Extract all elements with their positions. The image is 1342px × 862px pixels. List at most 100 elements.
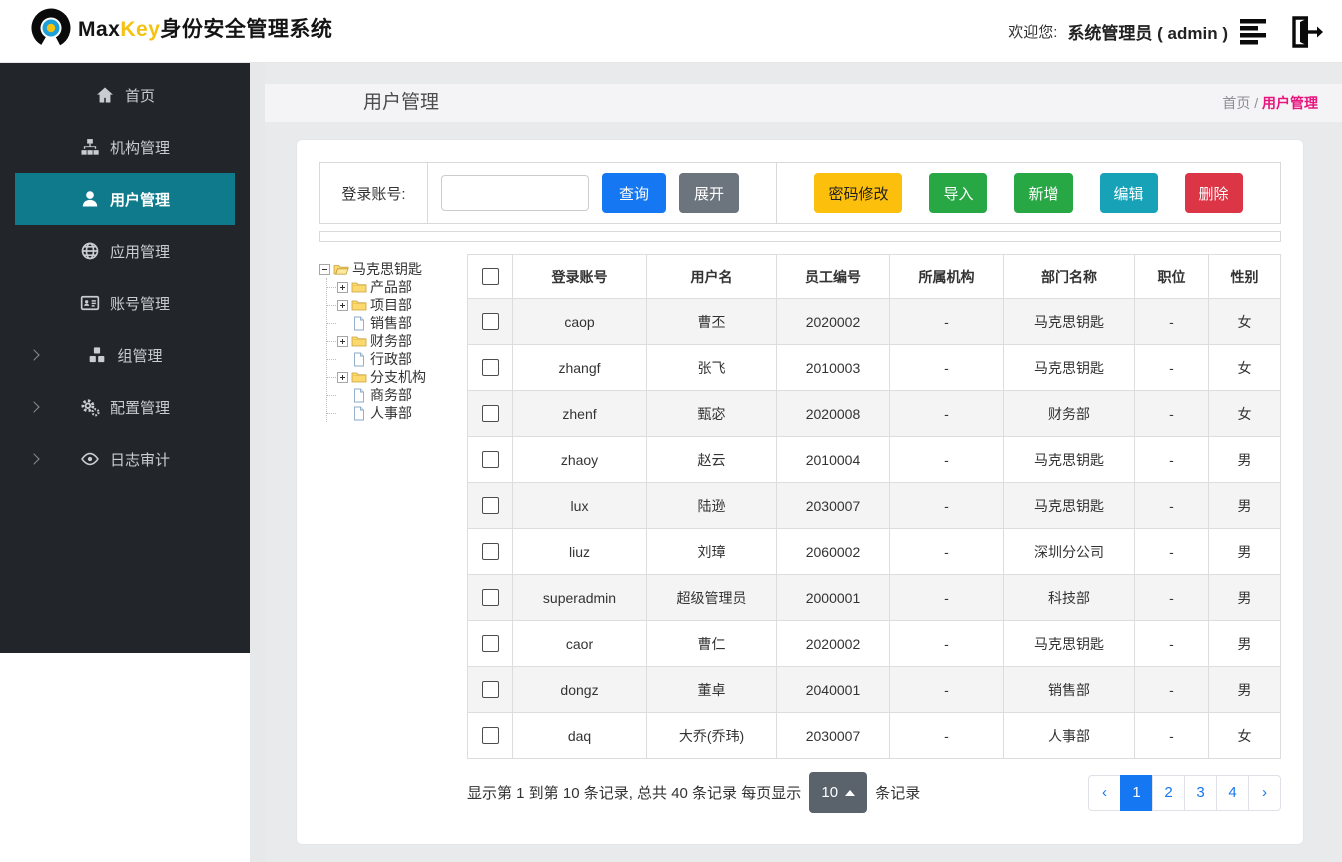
table-cell: 科技部	[1003, 574, 1135, 621]
table-row[interactable]: zhaoy 赵云 2010004- 马克思钥匙 - 男	[467, 436, 1281, 483]
sidebar-item-audit[interactable]: 日志审计	[0, 433, 250, 485]
add-button[interactable]: 新增	[1014, 173, 1073, 213]
column-header: 登录账号	[512, 254, 647, 299]
table-cell: lux	[512, 482, 647, 529]
tree-node[interactable]: 行政部	[337, 350, 467, 368]
sidebar-item-app[interactable]: 应用管理	[0, 225, 250, 277]
page-button-1[interactable]: 1	[1120, 774, 1153, 811]
next-page-button[interactable]: ›	[1248, 774, 1281, 811]
table-cell: 曹丕	[646, 298, 777, 345]
table-row[interactable]: lux 陆逊 2030007- 马克思钥匙 - 男	[467, 482, 1281, 529]
table-row[interactable]: caor 曹仁 2020002- 马克思钥匙 - 男	[467, 620, 1281, 667]
sidebar-item-config[interactable]: 配置管理	[0, 381, 250, 433]
sidebar-item-account[interactable]: 账号管理	[0, 277, 250, 329]
import-button[interactable]: 导入	[929, 173, 988, 213]
sidebar-item-group[interactable]: 组管理	[0, 329, 250, 381]
table-cell: 马克思钥匙	[1003, 620, 1135, 667]
query-button[interactable]: 查询	[602, 173, 666, 213]
tree-node-label: 产品部	[370, 279, 412, 295]
main-content: 用户管理 首页 / 用户管理 登录账号: 查询 展开 密码修改 导入 新增 编辑 删除 …	[250, 63, 1342, 862]
tree-node[interactable]: 商务部	[337, 386, 467, 404]
table-row[interactable]: liuz 刘璋 2060002- 深圳分公司 - 男	[467, 528, 1281, 575]
chevron-right-icon	[28, 349, 40, 361]
breadcrumb-home-link[interactable]: 首页	[1222, 95, 1250, 111]
table-cell: -	[889, 712, 1004, 759]
sidebar-item-user[interactable]: 用户管理	[15, 173, 235, 225]
sidebar-item-home[interactable]: 首页	[0, 69, 250, 121]
table-cell: 马克思钥匙	[1003, 344, 1135, 391]
login-account-input[interactable]	[441, 175, 589, 211]
password-modify-button[interactable]: 密码修改	[814, 173, 903, 213]
page-title-bar: 用户管理 首页 / 用户管理	[265, 84, 1342, 122]
table-row[interactable]: zhangf 张飞 2010003- 马克思钥匙 - 女	[467, 344, 1281, 391]
tree-node[interactable]: 产品部	[337, 278, 467, 296]
row-checkbox[interactable]	[481, 313, 499, 331]
page-size-dropdown[interactable]: 10	[809, 772, 868, 813]
table-cell: 马克思钥匙	[1003, 298, 1135, 345]
edit-button[interactable]: 编辑	[1099, 173, 1158, 213]
table-cell: 男	[1208, 528, 1281, 575]
expand-expander-icon[interactable]	[337, 299, 348, 311]
tree-node[interactable]: 人事部	[337, 404, 467, 422]
column-header: 员工编号	[776, 254, 890, 299]
table-cell: -	[1134, 298, 1209, 345]
row-checkbox[interactable]	[481, 681, 499, 699]
cubes-icon	[87, 345, 107, 365]
table-cell: caop	[512, 298, 647, 345]
expand-expander-icon[interactable]	[337, 281, 348, 293]
table-cell: -	[889, 390, 1004, 437]
table-cell: -	[1134, 620, 1209, 667]
tree-node[interactable]: 分支机构	[337, 368, 467, 386]
table-cell: -	[889, 298, 1004, 345]
collapse-expander-icon[interactable]	[319, 263, 330, 275]
table-row[interactable]: dongz 董卓 2040001- 销售部 - 男	[467, 666, 1281, 713]
row-checkbox[interactable]	[481, 727, 499, 745]
table-cell: zhangf	[512, 344, 647, 391]
table-cell: 财务部	[1003, 390, 1135, 437]
row-checkbox[interactable]	[481, 543, 499, 561]
row-checkbox[interactable]	[481, 451, 499, 469]
table-row[interactable]: caop 曹丕 2020002- 马克思钥匙 - 女	[467, 298, 1281, 345]
page-button-3[interactable]: 3	[1184, 774, 1217, 811]
tree-node-label: 销售部	[370, 315, 412, 331]
row-checkbox[interactable]	[481, 589, 499, 607]
page-button-2[interactable]: 2	[1152, 774, 1185, 811]
table-cell: 2030007	[776, 482, 890, 529]
table-cell: 赵云	[646, 436, 777, 483]
table-row[interactable]: superadmin 超级管理员 2000001- 科技部 - 男	[467, 574, 1281, 621]
expand-expander-icon[interactable]	[337, 335, 348, 347]
table-cell: -	[889, 528, 1004, 575]
table-cell: -	[889, 482, 1004, 529]
expand-expander-icon[interactable]	[337, 371, 348, 383]
sidebar-item-label: 机构管理	[109, 139, 170, 157]
delete-button[interactable]: 删除	[1184, 173, 1243, 213]
table-cell: -	[889, 666, 1004, 713]
tree-node-root[interactable]: 马克思钥匙	[319, 260, 467, 278]
row-checkbox[interactable]	[481, 405, 499, 423]
tree-node[interactable]: 项目部	[337, 296, 467, 314]
table-row[interactable]: zhenf 甄宓 2020008- 财务部 - 女	[467, 390, 1281, 437]
row-checkbox[interactable]	[481, 359, 499, 377]
table-cell: 马克思钥匙	[1003, 482, 1135, 529]
row-checkbox[interactable]	[481, 497, 499, 515]
table-cell: 男	[1208, 482, 1281, 529]
expand-button[interactable]: 展开	[679, 173, 739, 213]
menu-list-icon[interactable]	[1238, 15, 1274, 49]
prev-page-button[interactable]: ‹	[1088, 774, 1121, 811]
table-cell: liuz	[512, 528, 647, 575]
sidebar-item-org[interactable]: 机构管理	[0, 121, 250, 173]
caret-up-icon	[845, 789, 856, 796]
page-button-4[interactable]: 4	[1216, 774, 1249, 811]
column-header: 性别	[1208, 254, 1281, 299]
row-checkbox[interactable]	[481, 635, 499, 653]
table-cell: -	[1134, 390, 1209, 437]
table-row[interactable]: daq 大乔(乔玮) 2030007- 人事部 - 女	[467, 712, 1281, 759]
logout-icon[interactable]	[1284, 12, 1324, 52]
tree-node[interactable]: 销售部	[337, 314, 467, 332]
tree-node[interactable]: 财务部	[337, 332, 467, 350]
table-cell: -	[889, 436, 1004, 483]
tree-node-label: 马克思钥匙	[352, 261, 422, 277]
select-all-checkbox[interactable]	[481, 268, 499, 286]
sidebar-item-label: 首页	[124, 87, 155, 105]
folder-icon	[351, 280, 367, 295]
